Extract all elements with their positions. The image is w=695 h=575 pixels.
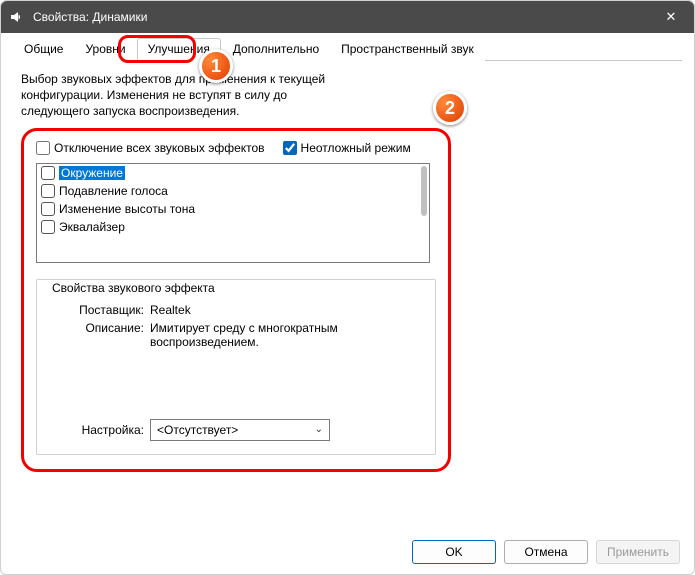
- desc-value: Имитирует среду с многократным воспроизв…: [150, 321, 422, 349]
- tab-advanced-label: Дополнительно: [233, 42, 319, 56]
- window: Свойства: Динамики ✕ Общие Уровни Улучше…: [0, 0, 695, 575]
- desc-label: Описание:: [50, 321, 150, 349]
- checkbox-icon[interactable]: [41, 166, 55, 180]
- effect-label: Окружение: [59, 166, 125, 180]
- setting-value: <Отсутствует>: [157, 423, 238, 437]
- content-area: Общие Уровни Улучшения ДоДополнительно П…: [1, 33, 694, 478]
- disable-effects-input[interactable]: [36, 141, 50, 155]
- titlebar: Свойства: Динамики ✕: [1, 1, 694, 33]
- speaker-icon: [9, 9, 25, 25]
- effect-properties-group: Свойства звукового эффекта Поставщик: Re…: [36, 273, 436, 455]
- cancel-button[interactable]: Отмена: [504, 540, 588, 564]
- immediate-mode-label: Неотложный режим: [301, 141, 411, 155]
- disable-effects-label: Отключение всех звуковых эффектов: [54, 141, 265, 155]
- options-row: Отключение всех звуковых эффектов Неотло…: [36, 141, 436, 155]
- close-button[interactable]: ✕: [648, 1, 694, 33]
- list-item[interactable]: Окружение: [37, 164, 429, 182]
- callout-badge-1: 1: [199, 49, 233, 83]
- vendor-label: Поставщик:: [50, 303, 150, 317]
- immediate-mode-input[interactable]: [283, 141, 297, 155]
- list-item[interactable]: Подавление голоса: [37, 182, 429, 200]
- effect-label: Изменение высоты тона: [59, 202, 195, 216]
- immediate-mode-checkbox[interactable]: Неотложный режим: [283, 141, 411, 155]
- desc-row: Описание: Имитирует среду с многократным…: [50, 321, 422, 349]
- window-title: Свойства: Динамики: [33, 10, 147, 24]
- close-icon: ✕: [666, 9, 677, 25]
- effect-label: Эквалайзер: [59, 220, 125, 234]
- effect-label: Подавление голоса: [59, 184, 168, 198]
- scrollbar[interactable]: [421, 166, 427, 216]
- highlighted-region: Отключение всех звуковых эффектов Неотло…: [21, 128, 451, 472]
- checkbox-icon[interactable]: [41, 184, 55, 198]
- list-item[interactable]: Изменение высоты тона: [37, 200, 429, 218]
- tab-panel: Выбор звуковых эффектов для применения к…: [13, 61, 682, 478]
- tab-advanced[interactable]: ДоДополнительно: [221, 38, 330, 61]
- tab-spatial[interactable]: Пространственный звук: [330, 38, 485, 61]
- vendor-row: Поставщик: Realtek: [50, 303, 422, 317]
- tab-general[interactable]: Общие: [13, 38, 74, 61]
- apply-button: Применить: [596, 540, 680, 564]
- disable-effects-checkbox[interactable]: Отключение всех звуковых эффектов: [36, 141, 265, 155]
- setting-label: Настройка:: [50, 423, 150, 437]
- ok-button[interactable]: OK: [412, 540, 496, 564]
- dialog-footer: OK Отмена Применить: [412, 540, 680, 564]
- tab-levels[interactable]: Уровни: [74, 38, 136, 61]
- tab-bar: Общие Уровни Улучшения ДоДополнительно П…: [13, 37, 682, 61]
- vendor-value: Realtek: [150, 303, 422, 317]
- list-item[interactable]: Эквалайзер: [37, 218, 429, 236]
- effects-listbox[interactable]: Окружение Подавление голоса Изменение вы…: [36, 163, 430, 263]
- chevron-down-icon: ⌄: [315, 424, 323, 435]
- group-title: Свойства звукового эффекта: [48, 281, 219, 295]
- checkbox-icon[interactable]: [41, 220, 55, 234]
- setting-row: Настройка: <Отсутствует> ⌄: [50, 419, 422, 441]
- callout-badge-2: 2: [433, 91, 467, 125]
- description-text: Выбор звуковых эффектов для применения к…: [21, 71, 351, 120]
- checkbox-icon[interactable]: [41, 202, 55, 216]
- setting-select[interactable]: <Отсутствует> ⌄: [150, 419, 330, 441]
